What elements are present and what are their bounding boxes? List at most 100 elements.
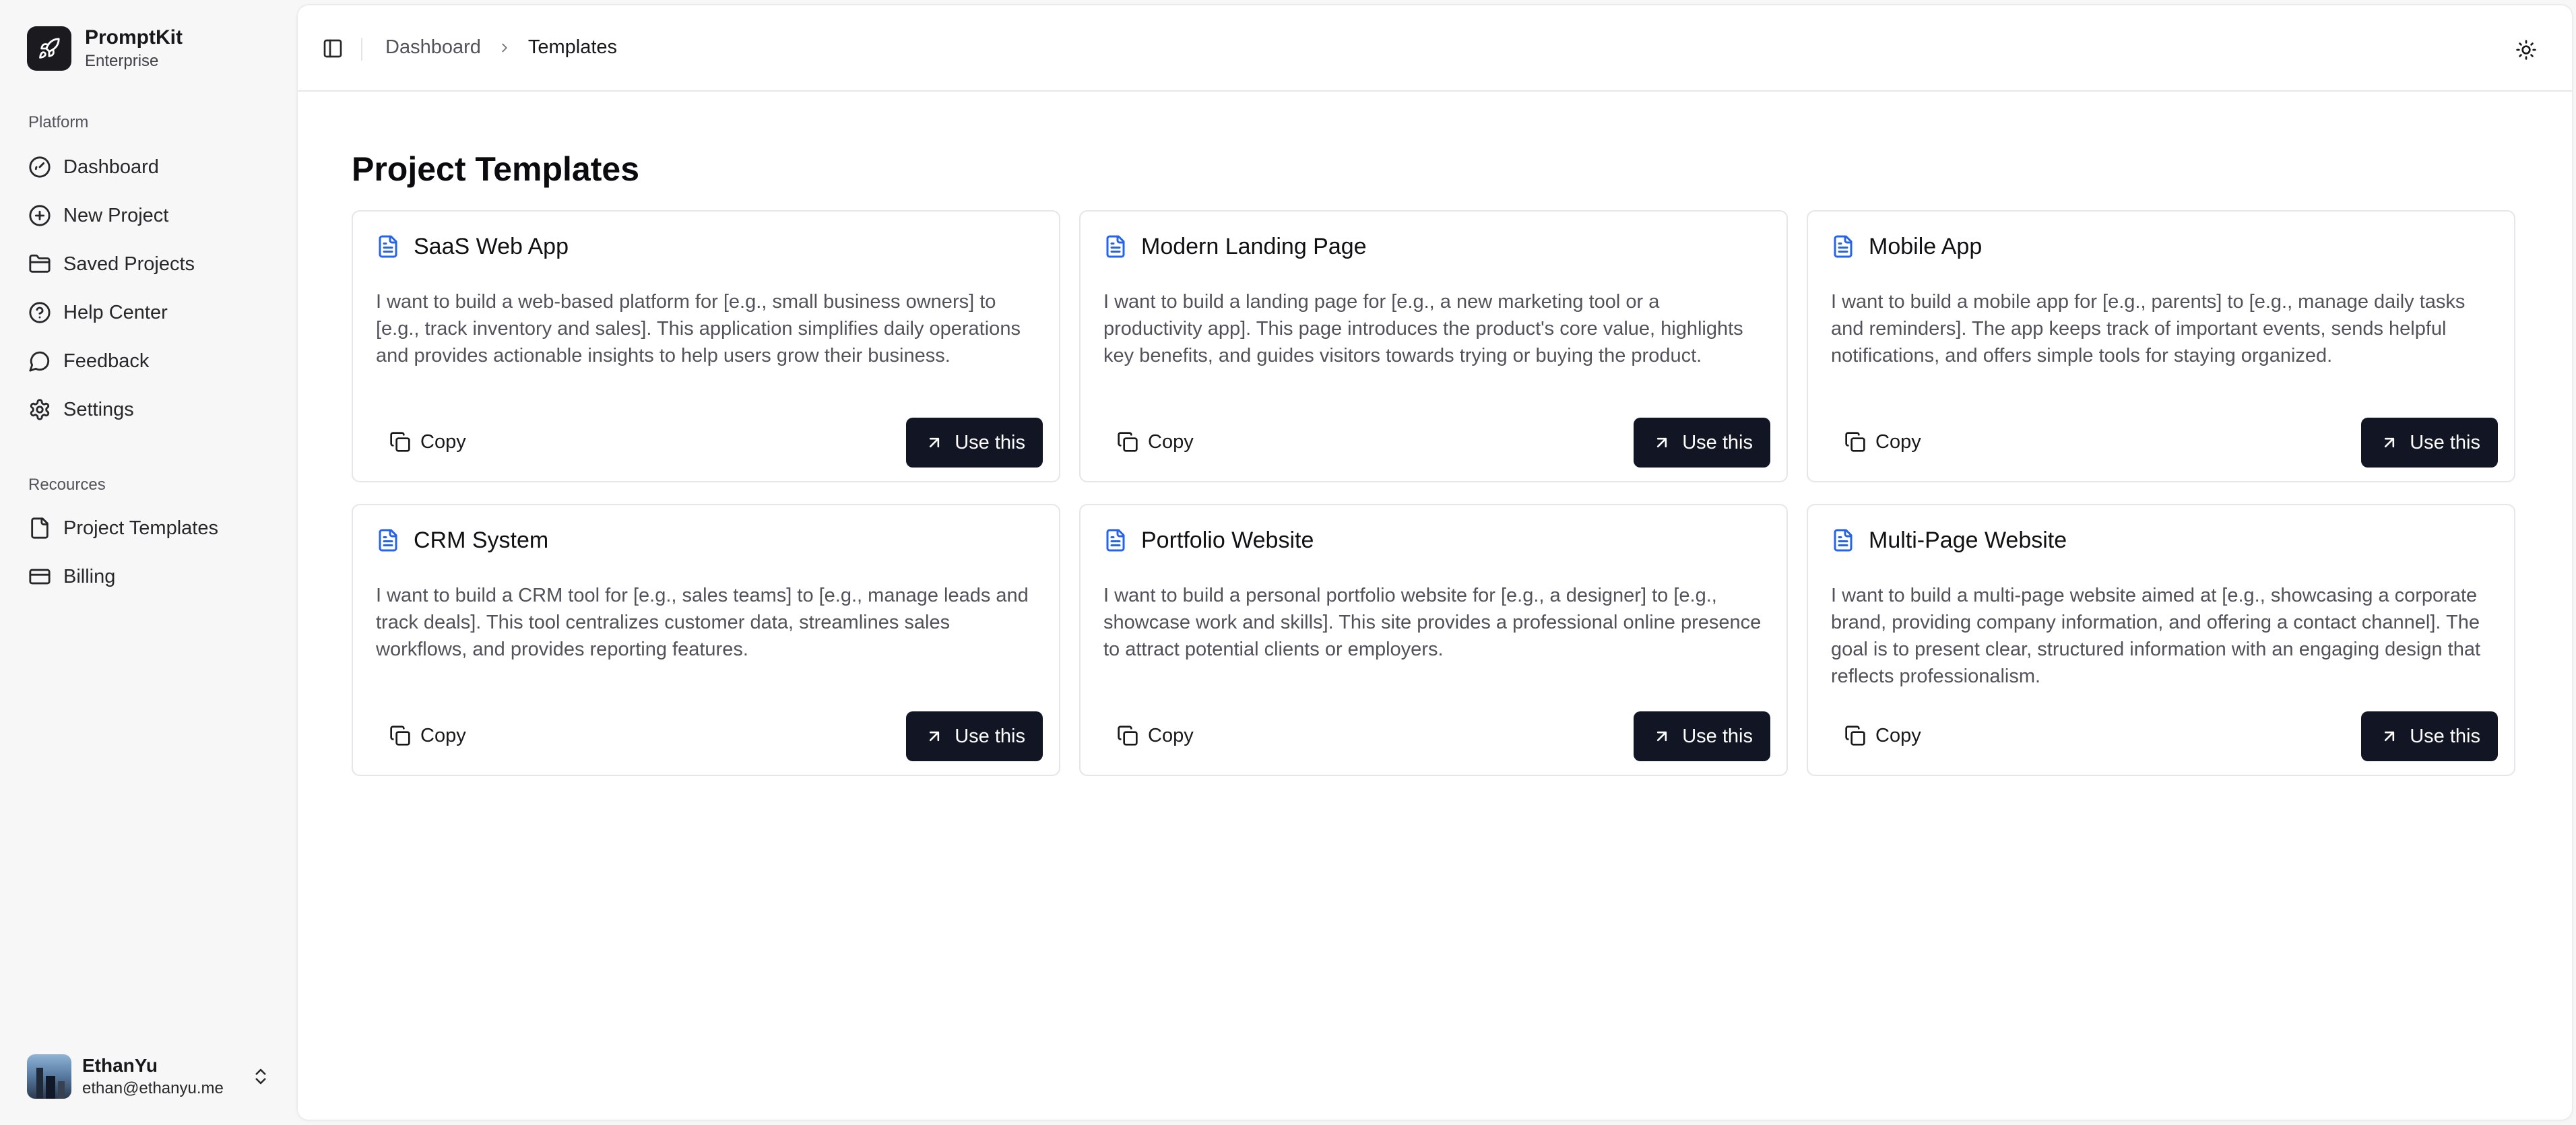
file-text-icon (379, 529, 397, 552)
copy-button[interactable]: Copy (376, 711, 480, 760)
sidebar-item-label: Project Templates (63, 517, 218, 539)
panel-left-icon (323, 39, 342, 58)
message-circle-icon (29, 351, 50, 372)
copy-button[interactable]: Copy (1831, 711, 1935, 760)
arrow-up-right-icon (1657, 437, 1667, 448)
file-text-icon (1106, 235, 1125, 258)
copy-label: Copy (420, 724, 466, 746)
use-this-label: Use this (2410, 725, 2480, 747)
copy-icon (390, 432, 410, 452)
section-label-platform: Platform (28, 113, 89, 131)
sidebar-item-help-center[interactable]: Help Center (27, 288, 278, 337)
copy-icon (1845, 726, 1865, 746)
sidebar-item-dashboard[interactable]: Dashboard (27, 143, 278, 191)
file-icon (31, 517, 49, 539)
template-title: Modern Landing Page (1141, 233, 1367, 259)
credit-card-icon (29, 569, 51, 585)
sidebar-item-saved-projects[interactable]: Saved Projects (27, 240, 278, 288)
sidebar-item-label: Billing (63, 565, 116, 587)
breadcrumb: Dashboard Templates (385, 36, 617, 59)
template-title: SaaS Web App (414, 233, 569, 259)
plus-circle-icon (29, 205, 51, 226)
copy-icon (1118, 432, 1138, 452)
folder-icon (29, 254, 51, 273)
breadcrumb-dashboard-link[interactable]: Dashboard (385, 36, 481, 59)
copy-button[interactable]: Copy (1103, 711, 1207, 760)
sidebar-item-label: Dashboard (63, 156, 159, 178)
sidebar-toggle-button[interactable] (318, 34, 348, 63)
copy-label: Copy (1148, 724, 1194, 746)
use-this-label: Use this (1682, 431, 1753, 453)
sidebar-item-settings[interactable]: Settings (27, 385, 278, 434)
section-label-resources: Recources (28, 476, 106, 494)
template-description: I want to build a CRM tool for [e.g., sa… (376, 585, 1029, 660)
use-this-label: Use this (1682, 725, 1753, 747)
copy-button[interactable]: Copy (376, 418, 480, 466)
copy-label: Copy (1875, 724, 1921, 746)
sidebar: PromptKit Enterprise Platform Dashboard … (0, 0, 296, 1125)
main-panel: Dashboard Templates Project Templates Sa… (298, 5, 2572, 1120)
file-text-icon (1834, 529, 1853, 552)
use-this-button[interactable]: Use this (906, 418, 1043, 468)
template-description: I want to build a landing page for [e.g.… (1103, 291, 1743, 366)
arrow-up-right-icon (2385, 731, 2395, 742)
brand[interactable]: PromptKit Enterprise (27, 26, 183, 71)
sidebar-item-new-project[interactable]: New Project (27, 191, 278, 240)
divider (361, 38, 362, 61)
template-description: I want to build a web-based platform for… (376, 291, 1021, 366)
template-card: Multi-Page Website I want to build a mul… (1807, 504, 2515, 776)
copy-label: Copy (420, 430, 466, 453)
template-card: Mobile App I want to build a mobile app … (1807, 210, 2515, 482)
copy-button[interactable]: Copy (1103, 418, 1207, 466)
sidebar-item-feedback[interactable]: Feedback (27, 337, 278, 385)
template-card: CRM System I want to build a CRM tool fo… (352, 504, 1060, 776)
template-title: Mobile App (1869, 233, 1983, 259)
arrow-up-right-icon (2385, 437, 2395, 448)
avatar (27, 1054, 71, 1099)
template-title: CRM System (414, 527, 549, 553)
copy-icon (1118, 726, 1138, 746)
user-menu[interactable]: EthanYu ethan@ethanyu.me (27, 1052, 271, 1101)
chevron-right-icon (497, 40, 512, 55)
copy-label: Copy (1875, 430, 1921, 453)
use-this-button[interactable]: Use this (906, 711, 1043, 761)
file-text-icon (1834, 235, 1853, 258)
user-email: ethan@ethanyu.me (82, 1079, 224, 1097)
sidebar-item-billing[interactable]: Billing (27, 552, 278, 601)
breadcrumb-current: Templates (527, 36, 618, 58)
sidebar-item-label: Help Center (63, 301, 168, 323)
sidebar-item-label: Settings (63, 398, 134, 420)
arrow-up-right-icon (1657, 731, 1667, 742)
sidebar-item-project-templates[interactable]: Project Templates (27, 504, 278, 552)
gauge-icon (29, 156, 51, 178)
sidebar-item-label: Saved Projects (63, 253, 195, 275)
copy-button[interactable]: Copy (1831, 418, 1935, 466)
resources-nav: Project Templates Billing (27, 504, 278, 601)
template-description: I want to build a multi-page website aim… (1831, 585, 2481, 687)
use-this-label: Use this (2410, 431, 2480, 453)
gear-icon (30, 399, 50, 420)
copy-label: Copy (1148, 430, 1194, 453)
use-this-button[interactable]: Use this (2361, 711, 2498, 761)
use-this-button[interactable]: Use this (2361, 418, 2498, 468)
arrow-up-right-icon (930, 731, 940, 742)
chevrons-up-down-icon (255, 1068, 266, 1085)
top-bar: Dashboard Templates (298, 5, 2572, 92)
platform-nav: Dashboard New Project Saved Projects Hel… (27, 143, 278, 434)
template-card: Portfolio Website I want to build a pers… (1079, 504, 1788, 776)
user-name: EthanYu (82, 1055, 158, 1076)
sidebar-item-label: New Project (63, 204, 169, 226)
help-circle-icon (29, 302, 51, 323)
template-title: Portfolio Website (1141, 527, 1314, 553)
template-card: Modern Landing Page I want to build a la… (1079, 210, 1788, 482)
arrow-up-right-icon (930, 437, 940, 448)
rocket-icon (27, 26, 71, 71)
use-this-button[interactable]: Use this (1634, 711, 1770, 761)
copy-icon (1845, 432, 1865, 452)
template-description: I want to build a mobile app for [e.g., … (1831, 291, 2466, 366)
copy-icon (390, 726, 410, 746)
theme-toggle-button[interactable] (2513, 36, 2540, 63)
use-this-button[interactable]: Use this (1634, 418, 1770, 468)
file-text-icon (379, 235, 397, 258)
brand-plan: Enterprise (85, 52, 159, 70)
